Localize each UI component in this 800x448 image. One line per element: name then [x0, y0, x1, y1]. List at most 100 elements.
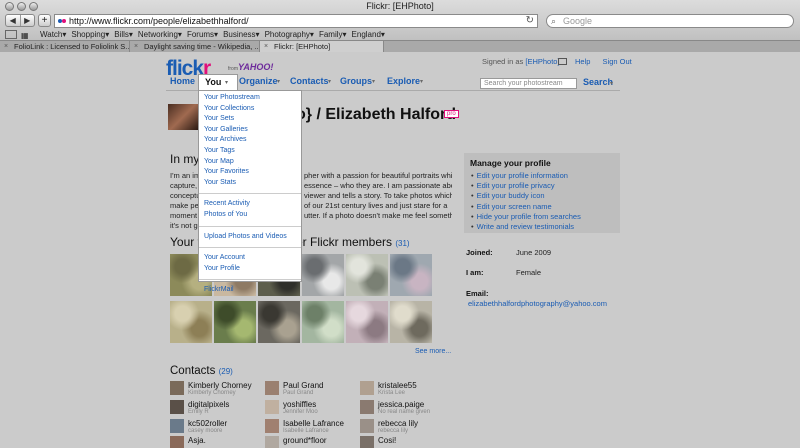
menu-item[interactable]: Your Archives [204, 135, 296, 146]
menu-item[interactable]: Upload Photos and Videos [204, 232, 296, 243]
contact-item[interactable]: Kimberly Chorney Kimberly Chorney [170, 381, 266, 399]
bookmark-folder[interactable]: Family▾ [319, 30, 347, 39]
contacts-chevron-down-icon[interactable]: ▾ [328, 78, 331, 85]
search-button[interactable]: Search [583, 77, 613, 87]
nav-explore[interactable]: Explore [387, 76, 420, 86]
contact-item[interactable]: Asja. [170, 436, 266, 448]
menu-item[interactable]: Photos of You [204, 210, 296, 221]
menu-item[interactable]: Your Sets [204, 114, 296, 125]
nav-groups[interactable]: Groups [340, 76, 372, 86]
contact-avatar[interactable] [360, 400, 374, 414]
nav-organize[interactable]: Organize [239, 76, 278, 86]
groups-chevron-down-icon[interactable]: ▾ [372, 78, 375, 85]
tab-close-icon[interactable]: × [4, 41, 8, 52]
buddy-icon-avatar[interactable] [168, 104, 198, 130]
menu-item[interactable]: Your Profile [204, 264, 296, 275]
contact-name[interactable]: rebecca lily [378, 419, 418, 428]
contact-item[interactable]: jessica.paige No real name given [360, 400, 456, 418]
favorite-photo-thumbnail[interactable] [214, 301, 256, 343]
bookmark-folder[interactable]: Bills▾ [114, 30, 133, 39]
bookmark-folder[interactable]: Watch▾ [40, 30, 66, 39]
favorite-photo-thumbnail[interactable] [390, 254, 432, 296]
contact-item[interactable]: Cosi! [360, 436, 456, 448]
bookmark-folder[interactable]: Forums▾ [187, 30, 218, 39]
photostream-search-input[interactable]: Search your photostream [480, 78, 577, 89]
contact-avatar[interactable] [170, 381, 184, 395]
explore-chevron-down-icon[interactable]: ▾ [420, 78, 423, 85]
forward-button[interactable]: ▶ [19, 15, 35, 26]
tab-close-icon[interactable]: × [134, 41, 138, 52]
contact-avatar[interactable] [170, 419, 184, 433]
contact-item[interactable]: digitalpixels Emily R [170, 400, 266, 418]
contact-avatar[interactable] [170, 400, 184, 414]
contact-avatar[interactable] [265, 436, 279, 448]
contact-item[interactable]: kristalee55 Krista Lee [360, 381, 456, 399]
bookmarks-book-icon[interactable] [5, 30, 17, 39]
contact-item[interactable]: Paul Grand Paul Grand [265, 381, 361, 399]
manage-profile-link[interactable]: Edit your buddy icon [464, 191, 620, 201]
contact-name[interactable]: ground*floor [283, 436, 327, 445]
contact-avatar[interactable] [360, 436, 374, 448]
bookmark-folder[interactable]: Business▾ [223, 30, 259, 39]
nav-contacts[interactable]: Contacts [290, 76, 329, 86]
web-search-field[interactable]: ⌕ Google [546, 14, 794, 28]
favorite-photo-thumbnail[interactable] [170, 301, 212, 343]
contact-avatar[interactable] [265, 419, 279, 433]
tab-close-icon[interactable]: × [264, 41, 268, 52]
nav-you-tab[interactable]: You ▾ [198, 74, 238, 91]
sign-out-link[interactable]: Sign Out [603, 57, 632, 66]
menu-item[interactable]: Your Tags [204, 146, 296, 157]
favorites-count-link[interactable]: (31) [395, 239, 409, 248]
contact-name[interactable]: kc502roller [188, 419, 227, 428]
menu-item[interactable]: Your Photostream [204, 93, 296, 104]
menu-item[interactable]: Your Map [204, 157, 296, 168]
manage-profile-link[interactable]: Edit your profile information [464, 171, 620, 181]
favorite-photo-thumbnail[interactable] [258, 301, 300, 343]
contact-item[interactable]: Isabelle Lafrance Isabelle Lafrance [265, 419, 361, 437]
favorite-photo-thumbnail[interactable] [346, 254, 388, 296]
pro-badge[interactable]: pro [444, 110, 459, 118]
address-bar[interactable]: http://www.flickr.com/people/elizabethha… [54, 14, 538, 28]
manage-profile-link[interactable]: Write and review testimonials [464, 222, 620, 232]
favorite-photo-thumbnail[interactable] [390, 301, 432, 343]
contact-avatar[interactable] [265, 381, 279, 395]
contact-name[interactable]: Cosi! [378, 436, 396, 445]
contact-name[interactable]: Isabelle Lafrance [283, 419, 344, 428]
bookmark-folder[interactable]: Photography▾ [265, 30, 314, 39]
organize-chevron-down-icon[interactable]: ▾ [277, 78, 280, 85]
search-chevron-down-icon[interactable]: ▾ [610, 80, 613, 87]
window-close-button[interactable] [5, 2, 14, 11]
email-link[interactable]: elizabethhalfordphotography@yahoo.com [468, 299, 607, 308]
menu-item[interactable]: Your Collections [204, 104, 296, 115]
contact-name[interactable]: Kimberly Chorney [188, 381, 252, 390]
reload-icon[interactable]: ↻ [526, 15, 534, 27]
bookmark-folder[interactable]: Networking▾ [138, 30, 182, 39]
add-bookmark-button[interactable]: + [38, 14, 51, 27]
contact-avatar[interactable] [360, 381, 374, 395]
back-button[interactable]: ◀ [6, 15, 20, 26]
manage-profile-link[interactable]: Edit your screen name [464, 202, 620, 212]
menu-item[interactable]: Recent Activity [204, 199, 296, 210]
favorite-photo-thumbnail[interactable] [346, 301, 388, 343]
contact-avatar[interactable] [170, 436, 184, 448]
menu-item[interactable]: FlickrMail [204, 285, 296, 296]
menu-item[interactable]: Your Galleries [204, 125, 296, 136]
window-zoom-button[interactable] [29, 2, 38, 11]
nav-home[interactable]: Home [170, 76, 195, 86]
manage-profile-link[interactable]: Edit your profile privacy [464, 181, 620, 191]
contact-item[interactable]: rebecca lily rebecca lily [360, 419, 456, 437]
window-minimize-button[interactable] [17, 2, 26, 11]
favorite-photo-thumbnail[interactable] [302, 254, 344, 296]
bookmark-folder[interactable]: England▾ [352, 30, 385, 39]
contact-item[interactable]: kc502roller casey moore [170, 419, 266, 437]
contact-item[interactable]: yoshiffles Jennifer Moo [265, 400, 361, 418]
favorite-photo-thumbnail[interactable] [302, 301, 344, 343]
see-more-link[interactable]: See more... [415, 348, 451, 355]
contact-name[interactable]: jessica.paige [378, 400, 424, 409]
menu-item[interactable]: Your Favorites [204, 167, 296, 178]
contact-name[interactable]: yoshiffles [283, 400, 316, 409]
contacts-count-link[interactable]: (29) [219, 367, 233, 376]
mail-icon[interactable] [558, 58, 567, 65]
yahoo-logo[interactable]: YAHOO! [238, 62, 273, 72]
contact-name[interactable]: digitalpixels [188, 400, 229, 409]
